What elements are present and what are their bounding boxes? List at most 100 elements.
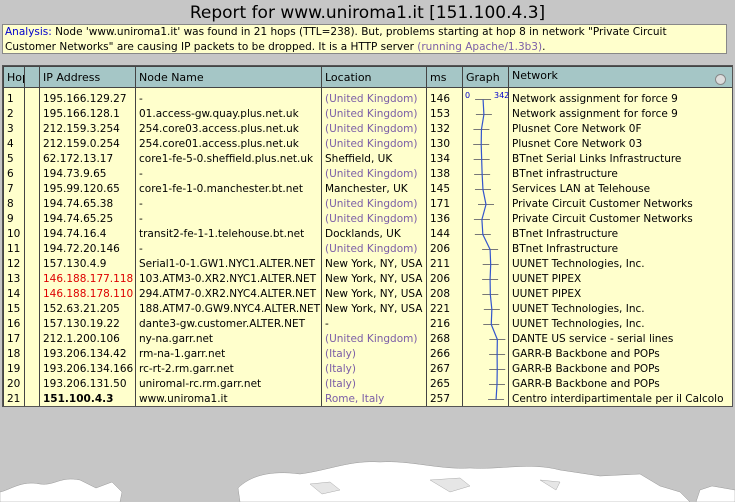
node-name[interactable]: core1-fe-1-0.manchester.bt.net bbox=[135, 182, 322, 197]
network-name[interactable]: Services LAN at Telehouse bbox=[508, 182, 732, 197]
table-row[interactable]: 19 193.206.134.166 rc-rt-2.rm.garr.net (Ita… bbox=[3, 362, 732, 377]
node-name[interactable]: - bbox=[135, 197, 322, 212]
location[interactable]: Rome, Italy bbox=[321, 392, 427, 406]
network-name[interactable]: GARR-B Backbone and POPs bbox=[508, 362, 732, 377]
table-row[interactable]: 6 194.73.9.65- (United Kingdom) 138 BTnet in… bbox=[3, 167, 732, 182]
network-name[interactable]: GARR-B Backbone and POPs bbox=[508, 347, 732, 362]
table-row[interactable]: 4 212.159.0.254 254.core01.access.plus.net… bbox=[3, 137, 732, 152]
table-row[interactable]: 20 193.206.131.50 uniromal-rc.rm.garr.net(… bbox=[3, 377, 732, 392]
table-row[interactable]: 18 193.206.134.42 rm-na-1.garr.net (Italy) 2… bbox=[3, 347, 732, 362]
ip-address[interactable]: 194.74.65.25 bbox=[39, 212, 136, 227]
ip-address[interactable]: 194.73.9.65 bbox=[39, 167, 136, 182]
col-network[interactable]: Network bbox=[508, 66, 732, 88]
col-hop[interactable]: Hop bbox=[3, 66, 25, 88]
network-name[interactable]: DANTE US service - serial lines bbox=[508, 332, 732, 347]
location[interactable]: (Italy) bbox=[321, 377, 427, 392]
ip-address[interactable]: 195.99.120.65 bbox=[39, 182, 136, 197]
node-name[interactable]: uniromal-rc.rm.garr.net bbox=[135, 377, 322, 392]
ip-address[interactable]: 212.159.3.254 bbox=[39, 122, 136, 137]
node-name[interactable]: - bbox=[135, 212, 322, 227]
table-row[interactable]: 16 157.130.19.22 dante3-gw.customer.ALTER.… bbox=[3, 317, 732, 332]
ip-address[interactable]: 152.63.21.205 bbox=[39, 302, 136, 317]
location[interactable]: - bbox=[321, 317, 427, 332]
node-name[interactable]: 01.access-gw.quay.plus.net.uk bbox=[135, 107, 322, 122]
location[interactable]: (United Kingdom) bbox=[321, 137, 427, 152]
location[interactable]: (United Kingdom) bbox=[321, 242, 427, 257]
location[interactable]: New York, NY, USA bbox=[321, 287, 427, 302]
table-row[interactable]: 9 194.74.65.25- (United Kingdom) 136 Private… bbox=[3, 212, 732, 227]
ip-address[interactable]: 212.159.0.254 bbox=[39, 137, 136, 152]
location[interactable]: (United Kingdom) bbox=[321, 212, 427, 227]
node-name[interactable]: transit2-fe-1-1.telehouse.bt.net bbox=[135, 227, 322, 242]
network-name[interactable]: Network assignment for force 9 bbox=[508, 107, 732, 122]
ip-address[interactable]: 151.100.4.3 bbox=[39, 392, 136, 406]
network-name[interactable]: BTnet Serial Links Infrastructure bbox=[508, 152, 732, 167]
ip-address[interactable]: 195.166.128.1 bbox=[39, 107, 136, 122]
ip-address[interactable]: 194.74.65.38 bbox=[39, 197, 136, 212]
table-row[interactable]: 13 146.188.177.118 103.ATM3-0.XR2.NYC1.ALT… bbox=[3, 272, 732, 287]
col-location[interactable]: Location bbox=[321, 66, 427, 88]
table-row[interactable]: 12 157.130.4.9 Serial1-0-1.GW1.NYC1.ALTER.… bbox=[3, 257, 732, 272]
node-name[interactable]: 254.core01.access.plus.net.uk bbox=[135, 137, 322, 152]
node-name[interactable]: - bbox=[135, 167, 322, 182]
table-row[interactable]: 1 195.166.129.27- (United Kingdom) 146 Netwo… bbox=[3, 87, 732, 107]
options-circle-icon[interactable] bbox=[715, 74, 726, 85]
location[interactable]: (Italy) bbox=[321, 362, 427, 377]
network-name[interactable]: Private Circuit Customer Networks bbox=[508, 197, 732, 212]
table-row[interactable]: 11 194.72.20.146- (United Kingdom) 206 BTnet… bbox=[3, 242, 732, 257]
node-name[interactable]: dante3-gw.customer.ALTER.NET bbox=[135, 317, 322, 332]
location[interactable]: (Italy) bbox=[321, 347, 427, 362]
ip-address[interactable]: 62.172.13.17 bbox=[39, 152, 136, 167]
ip-address[interactable]: 193.206.134.166 bbox=[39, 362, 136, 377]
ip-address[interactable]: 146.188.177.118 bbox=[39, 272, 136, 287]
network-name[interactable]: UUNET Technologies, Inc. bbox=[508, 257, 732, 272]
location[interactable]: (United Kingdom) bbox=[321, 107, 427, 122]
analysis-label[interactable]: Analysis: bbox=[5, 26, 52, 38]
col-node[interactable]: Node Name bbox=[135, 66, 322, 88]
location[interactable]: New York, NY, USA bbox=[321, 257, 427, 272]
table-row[interactable]: 8 194.74.65.38- (United Kingdom) 171 Private… bbox=[3, 197, 732, 212]
location[interactable]: (United Kingdom) bbox=[321, 122, 427, 137]
network-name[interactable]: Plusnet Core Network 0F bbox=[508, 122, 732, 137]
node-name[interactable]: 188.ATM7-0.GW9.NYC4.ALTER.NET bbox=[135, 302, 322, 317]
col-graph[interactable]: Graph bbox=[462, 66, 509, 88]
table-row[interactable]: 15 152.63.21.205 188.ATM7-0.GW9.NYC4.ALTER… bbox=[3, 302, 732, 317]
ip-address[interactable]: 212.1.200.106 bbox=[39, 332, 136, 347]
network-name[interactable]: BTnet Infrastructure bbox=[508, 227, 732, 242]
table-row[interactable]: 17 212.1.200.106 ny-na.garr.net (United Kin… bbox=[3, 332, 732, 347]
table-row[interactable]: 14 146.188.178.110 294.ATM7-0.XR2.NYC4.ALT… bbox=[3, 287, 732, 302]
ip-address[interactable]: 157.130.19.22 bbox=[39, 317, 136, 332]
node-name[interactable]: 103.ATM3-0.XR2.NYC1.ALTER.NET bbox=[135, 272, 322, 287]
table-row[interactable]: 3 212.159.3.254 254.core03.access.plus.net… bbox=[3, 122, 732, 137]
ip-address[interactable]: 146.188.178.110 bbox=[39, 287, 136, 302]
ip-address[interactable]: 194.74.16.4 bbox=[39, 227, 136, 242]
node-name[interactable]: 294.ATM7-0.XR2.NYC4.ALTER.NET bbox=[135, 287, 322, 302]
col-ms[interactable]: ms bbox=[426, 66, 463, 88]
network-name[interactable]: Centro interdipartimentale per il Calcol… bbox=[508, 392, 732, 406]
ip-address[interactable]: 157.130.4.9 bbox=[39, 257, 136, 272]
node-name[interactable]: rc-rt-2.rm.garr.net bbox=[135, 362, 322, 377]
location[interactable]: New York, NY, USA bbox=[321, 272, 427, 287]
location[interactable]: Sheffield, UK bbox=[321, 152, 427, 167]
node-name[interactable]: - bbox=[135, 87, 322, 107]
node-name[interactable]: core1-fe-5-0.sheffield.plus.net.uk bbox=[135, 152, 322, 167]
location[interactable]: Docklands, UK bbox=[321, 227, 427, 242]
network-name[interactable]: UUNET PIPEX bbox=[508, 287, 732, 302]
network-name[interactable]: Network assignment for force 9 bbox=[508, 87, 732, 107]
location[interactable]: (United Kingdom) bbox=[321, 332, 427, 347]
col-ip[interactable]: IP Address bbox=[39, 66, 136, 88]
location[interactable]: (United Kingdom) bbox=[321, 87, 427, 107]
col-flag[interactable] bbox=[24, 66, 40, 88]
network-name[interactable]: Private Circuit Customer Networks bbox=[508, 212, 732, 227]
location[interactable]: (United Kingdom) bbox=[321, 167, 427, 182]
network-name[interactable]: UUNET PIPEX bbox=[508, 272, 732, 287]
table-row[interactable]: 7 195.99.120.65 core1-fe-1-0.manchester.bt… bbox=[3, 182, 732, 197]
node-name[interactable]: rm-na-1.garr.net bbox=[135, 347, 322, 362]
network-name[interactable]: Plusnet Core Network 03 bbox=[508, 137, 732, 152]
node-name[interactable]: www.uniroma1.it bbox=[135, 392, 322, 406]
ip-address[interactable]: 195.166.129.27 bbox=[39, 87, 136, 107]
location[interactable]: (United Kingdom) bbox=[321, 197, 427, 212]
network-name[interactable]: GARR-B Backbone and POPs bbox=[508, 377, 732, 392]
node-name[interactable]: - bbox=[135, 242, 322, 257]
table-row[interactable]: 10 194.74.16.4 transit2-fe-1-1.telehouse.b… bbox=[3, 227, 732, 242]
